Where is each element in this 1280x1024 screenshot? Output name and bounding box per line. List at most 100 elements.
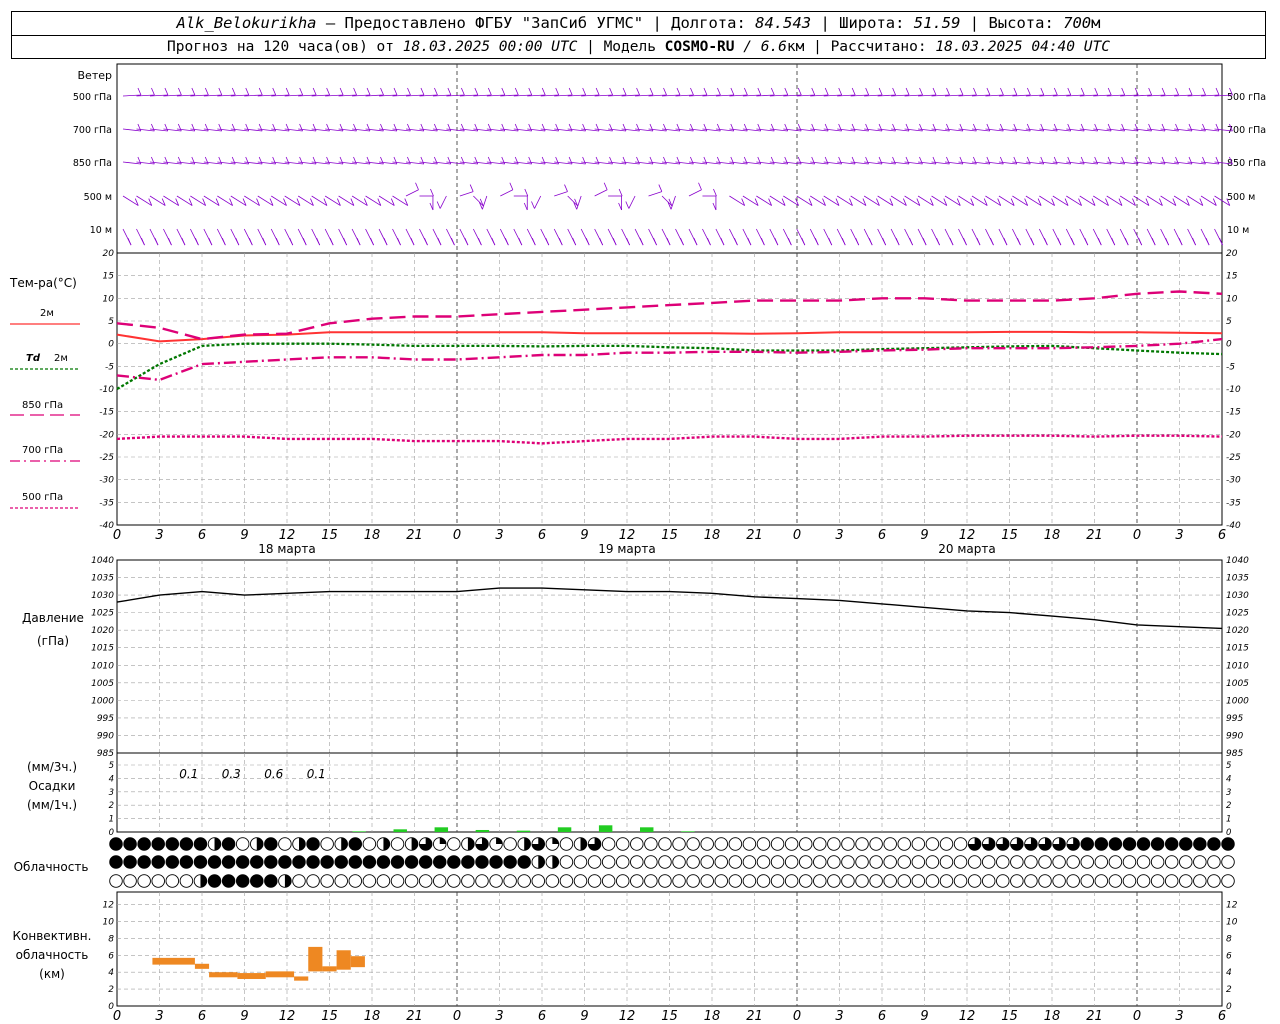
time-tick-label-bottom: 21: [1086, 1009, 1103, 1024]
wind-barb-feather: [407, 123, 411, 132]
wind-barb-feather: [1040, 123, 1045, 132]
cloud-cover-icon: [756, 837, 771, 851]
wind-barb-feather: [393, 123, 398, 132]
wind-barb-feather: [555, 87, 560, 96]
wind-barb-feather: [353, 87, 357, 96]
y-tick-label-left: 1025: [91, 609, 114, 619]
cloud-cover-icon: [1207, 837, 1221, 851]
wind-barb-feather: [973, 87, 977, 96]
cloud-cover-icon: [1010, 874, 1024, 888]
wind-level-label-left: 10 м: [90, 225, 112, 236]
precip-bar: [557, 827, 572, 832]
wind-barb-feather: [504, 237, 509, 246]
y-tick-label-right: 5: [1226, 761, 1231, 771]
y-tick-label-left: -30: [99, 476, 114, 486]
cloud-cover-icon: [447, 837, 461, 851]
wind-barb: [670, 195, 676, 210]
cloud-cover-icon: [1122, 874, 1137, 888]
wind-barb-feather: [865, 87, 870, 96]
time-tick-label-bottom: 15: [661, 1009, 678, 1024]
wind-barb-feather: [774, 237, 779, 246]
wind-barb-feather: [595, 87, 600, 96]
wind-barb-feather: [680, 237, 684, 246]
wind-level-label-left: 500 гПа: [73, 92, 112, 103]
wind-barb-feather: [487, 156, 492, 165]
wind-barb-feather: [622, 123, 627, 132]
wind-barb-feather: [231, 123, 236, 132]
wind-barb-feather: [487, 123, 492, 132]
cloud-cover-icon: [1094, 837, 1109, 851]
cloud-cover-icon: [897, 837, 912, 851]
cloud-cover-sector: [467, 837, 475, 851]
wind-barb-feather: [178, 87, 182, 96]
time-tick-label: 15: [321, 528, 338, 543]
temperature-panel: Тем-ра(°C) 2м Td 2м 850 гПа 700 гПа 500 …: [9, 249, 1241, 556]
time-tick-label-bottom: 0: [113, 1009, 121, 1024]
cloud-cover-icon: [503, 837, 517, 851]
wind-barb-feather: [329, 237, 334, 246]
wind-barb-feather: [326, 123, 330, 132]
wind-barb-feather: [154, 237, 159, 246]
cloud-cover-icon: [1193, 874, 1207, 888]
wind-barb-feather: [1000, 87, 1004, 96]
wind-barb-feather: [1030, 237, 1035, 246]
y-tick-label-left: -5: [105, 362, 114, 372]
wind-barb-feather: [703, 156, 708, 165]
time-tick-label: 21: [746, 528, 763, 543]
time-tick-label-bottom: 18: [1044, 1009, 1061, 1024]
wind-barb-feather: [177, 156, 182, 165]
cloud-cover-icon: [235, 874, 250, 888]
wind-barb-feather: [963, 237, 967, 246]
wind-barb-feather: [1192, 237, 1196, 246]
wind-level-label-right: 500 м: [1227, 192, 1255, 203]
cloud-cover-icon: [813, 837, 827, 851]
wind-barb-feather: [1121, 123, 1125, 132]
cloud-cover-icon: [630, 855, 644, 869]
wind-barb-feather: [1121, 156, 1125, 165]
cloud-cover-icon: [264, 874, 278, 888]
wind-barb-feather: [272, 87, 277, 96]
y-tick-label-left: 1035: [91, 574, 114, 584]
wind-barb-feather: [137, 123, 142, 132]
y-tick-label-right: 4: [1226, 968, 1232, 978]
cloud-cover-icon: [165, 837, 180, 851]
cloud-cover-icon: [770, 874, 785, 888]
y-tick-label-left: 10: [103, 294, 115, 304]
wind-level-label-left: 700 гПа: [73, 125, 112, 136]
wind-barb-feather: [1080, 156, 1085, 165]
wind-barb-feather: [649, 87, 654, 96]
cloud-cover-icon: [489, 874, 503, 888]
wind-barb: [500, 189, 514, 197]
conv-cloud-bar: [350, 956, 365, 968]
wind-barb-feather: [814, 237, 819, 246]
wind-barb-feather: [1148, 156, 1152, 165]
cloud-cover-sector: [284, 874, 292, 888]
wind-barb-feather: [1205, 237, 1210, 246]
wind-barb: [473, 195, 484, 207]
wind-barb-feather: [986, 156, 991, 165]
wind-barb-feather: [380, 123, 384, 132]
cloud-cover-icon: [1038, 874, 1052, 888]
wind-barb: [648, 191, 662, 197]
wind-barb-feather: [676, 123, 681, 132]
wind-barb-feather: [730, 123, 735, 132]
wind-barb-feather: [1107, 123, 1112, 132]
wind-barb-feather: [811, 123, 816, 132]
cloud-cover-icon: [658, 874, 672, 888]
pressure-unit: (гПа): [37, 634, 69, 648]
cloud-cover-icon: [1136, 837, 1151, 851]
precip-bar: [352, 831, 366, 832]
wind-barb-feather: [1202, 123, 1206, 132]
wind-barb-feather: [811, 156, 816, 165]
wind-barb-feather: [1188, 123, 1193, 132]
wind-level-label-left: 500 м: [84, 192, 112, 203]
cloud-cover-icon: [1066, 874, 1080, 888]
cloud-cover-icon: [1136, 855, 1151, 869]
wind-barb-feather: [222, 237, 226, 246]
cloud-cover-icon: [362, 855, 377, 869]
cloud-cover-icon: [1080, 874, 1094, 888]
wind-barb-feather: [1148, 123, 1152, 132]
wind-barb-feather: [865, 123, 869, 132]
wind-barb-feather: [141, 237, 145, 246]
cloud-cover-icon: [250, 874, 264, 888]
